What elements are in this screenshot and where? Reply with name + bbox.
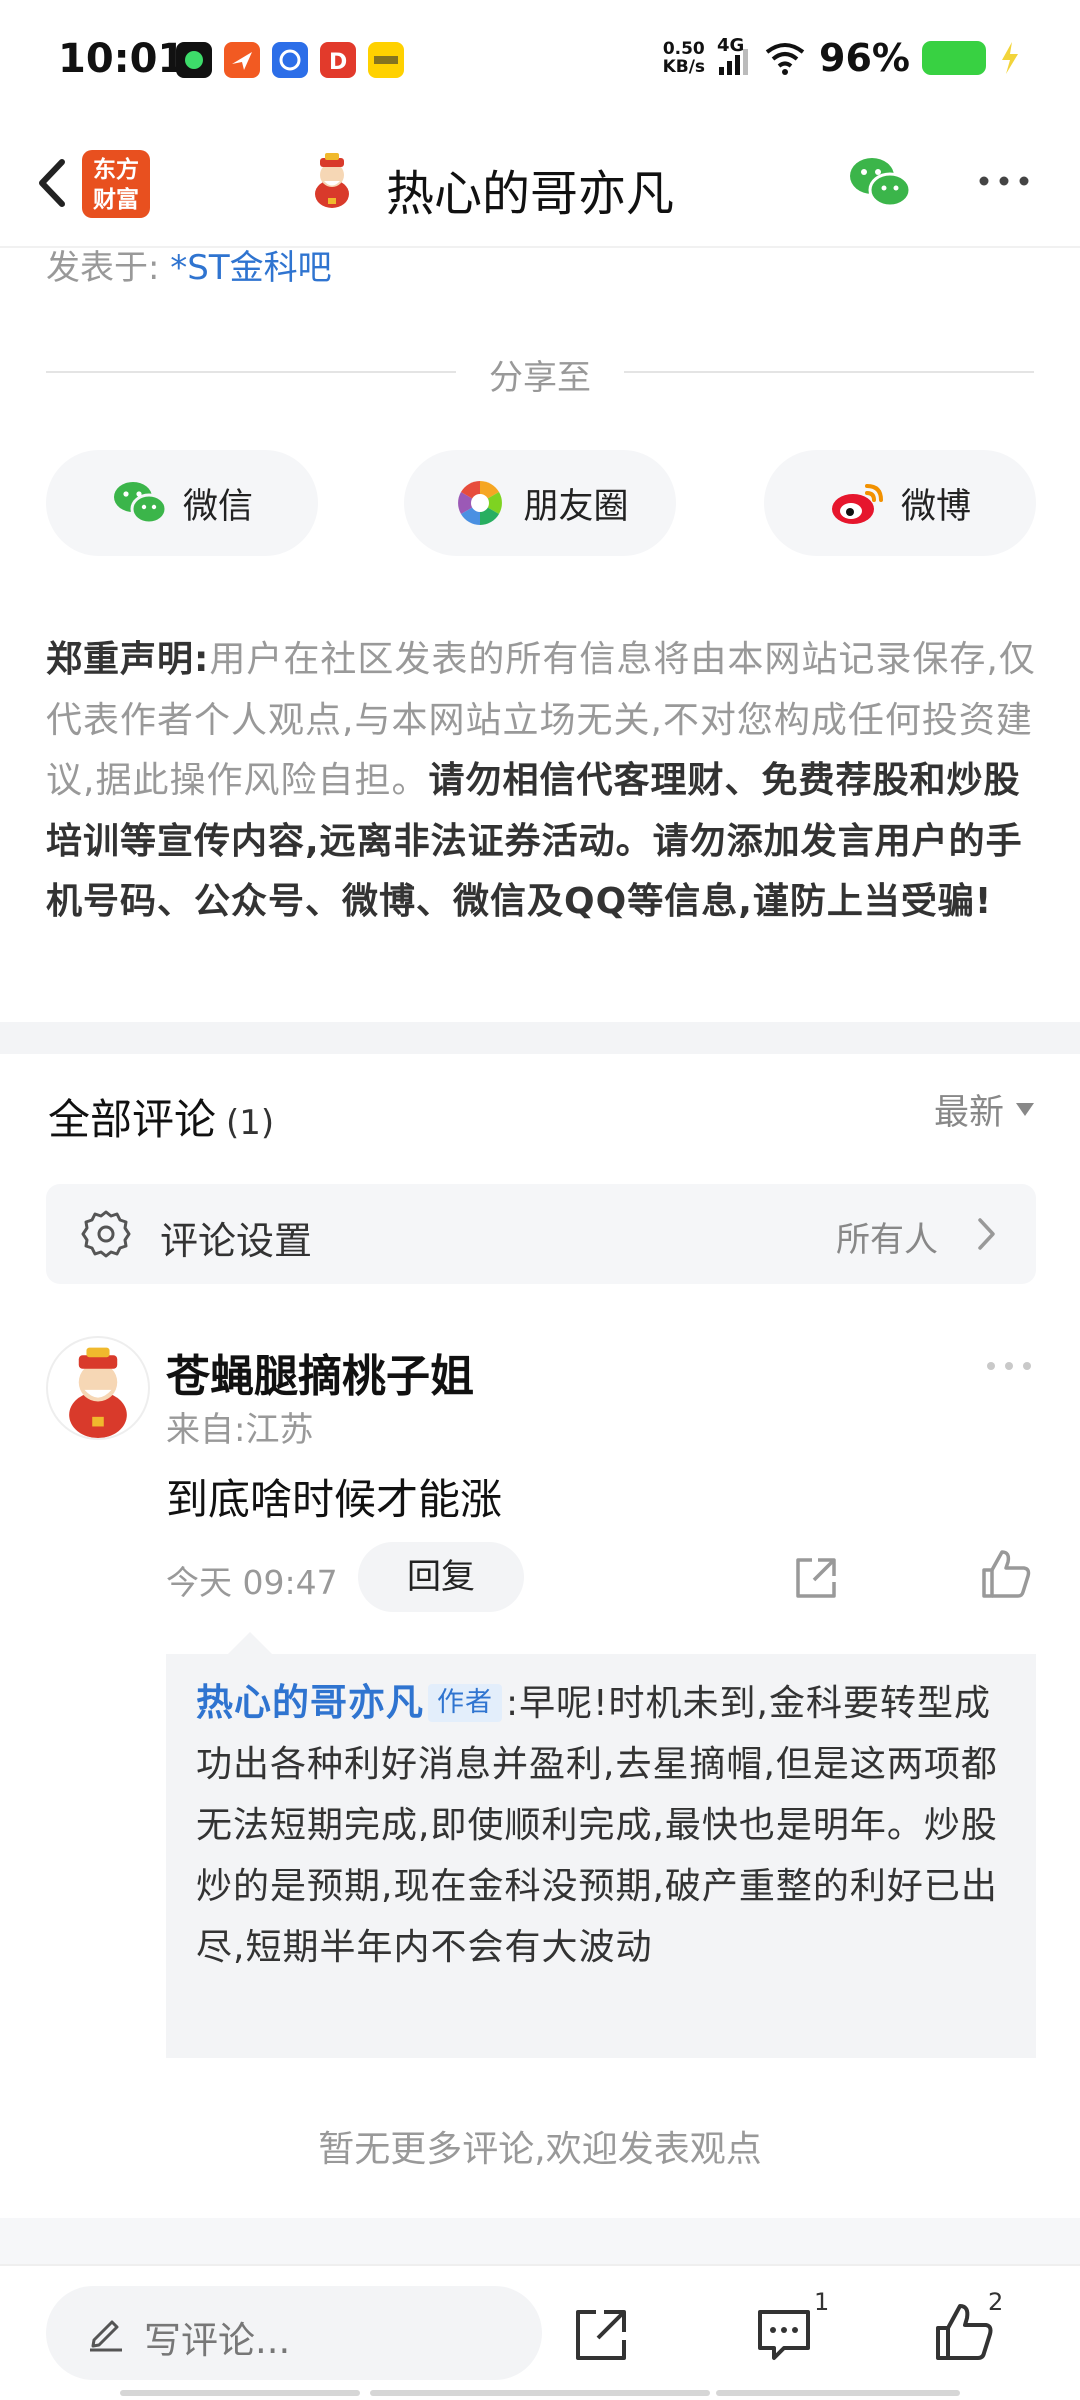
signal-icon: 4G xyxy=(717,35,751,77)
stock-bar-link[interactable]: *ST金科吧 xyxy=(170,248,331,288)
share-label: 微博 xyxy=(900,486,971,527)
share-title: 分享至 xyxy=(489,358,591,398)
status-right: 0.50 KB/s 4G 96% xyxy=(663,35,1022,80)
author-badge: 作者 xyxy=(428,1684,502,1722)
thumbs-up-icon[interactable] xyxy=(978,1546,1034,1602)
page-title: 热心的哥亦凡 xyxy=(386,166,675,222)
comments-title-text: 全部评论 xyxy=(48,1095,217,1144)
author-reply[interactable]: 热心的哥亦凡 作者:早呢!时机未到,金科要转型成功出各种利好消息并盈利,去星摘帽,… xyxy=(166,1654,1036,2058)
browser-app-icon xyxy=(272,42,308,78)
divider xyxy=(624,371,1034,373)
net-speed-unit: KB/s xyxy=(662,57,706,77)
share-moments-button[interactable]: 朋友圈 xyxy=(404,450,676,556)
share-wechat-button[interactable]: 微信 xyxy=(46,450,318,556)
avatar[interactable] xyxy=(46,1336,150,1440)
meituan-app-icon xyxy=(368,42,404,78)
sort-label: 最新 xyxy=(933,1093,1004,1133)
more-options-icon[interactable] xyxy=(984,1356,1034,1376)
more-options-icon[interactable] xyxy=(974,166,1034,196)
comment-settings-label: 评论设置 xyxy=(160,1219,313,1263)
home-indicator xyxy=(716,2390,960,2396)
moments-icon xyxy=(458,481,503,525)
share-label: 微信 xyxy=(182,486,253,527)
comments-title: 全部评论 (1) xyxy=(48,1086,274,1147)
comment-settings-value: 所有人 xyxy=(836,1220,938,1260)
like-count: 2 xyxy=(988,2288,1004,2316)
reply-text: :早呢!时机未到,金科要转型成功出各种利好消息并盈利,去星摘帽,但是这两项都无法… xyxy=(196,1683,998,1968)
app-logo[interactable]: 东方 财富 xyxy=(82,150,150,218)
wifi-icon xyxy=(765,43,805,75)
home-indicator xyxy=(370,2390,710,2396)
net-speed-value: 0.50 xyxy=(662,39,705,59)
reply-content: 热心的哥亦凡 作者:早呢!时机未到,金科要转型成功出各种利好消息并盈利,去星摘帽,… xyxy=(196,1672,1016,1978)
divider xyxy=(46,371,456,373)
reply-author-name[interactable]: 热心的哥亦凡 xyxy=(196,1681,424,1724)
status-time: 10:01 xyxy=(58,36,186,82)
posted-in: 发表于: *ST金科吧 xyxy=(46,240,332,289)
disclaimer-heading: 郑重声明: xyxy=(46,639,210,680)
wechat-share-icon[interactable] xyxy=(846,154,912,212)
notification-app-icons: D xyxy=(176,42,404,78)
thumbs-up-icon[interactable] xyxy=(932,2300,996,2364)
svg-text:D: D xyxy=(329,50,347,75)
reply-button[interactable]: 回复 xyxy=(358,1542,524,1612)
status-bar: 10:01 D 0.50 KB/s 4G 96% xyxy=(0,0,1080,120)
bottom-action-bar: 写评论... 1 2 xyxy=(0,2264,1080,2400)
share-icon[interactable] xyxy=(790,1552,842,1604)
wechat-icon xyxy=(113,482,168,525)
commenter-name[interactable]: 苍蝇腿摘桃子姐 xyxy=(166,1340,474,1404)
comment-icon[interactable] xyxy=(754,2304,814,2364)
messenger-app-icon xyxy=(224,42,260,78)
write-comment-placeholder: 写评论... xyxy=(144,2319,291,2362)
comments-count: (1) xyxy=(226,1103,275,1143)
music-app-icon xyxy=(176,42,212,78)
posted-in-label: 发表于: xyxy=(46,248,160,288)
reply-pointer xyxy=(228,1632,272,1654)
disclaimer: 郑重声明:用户在社区发表的所有信息将由本网站记录保存,仅代表作者个人观点,与本网… xyxy=(46,630,1036,933)
write-comment-input[interactable]: 写评论... xyxy=(46,2286,542,2380)
weibo-icon xyxy=(831,484,883,524)
commenter-avatar-icon xyxy=(69,1347,127,1438)
comment-time: 今天 09:47 xyxy=(166,1563,338,1602)
sort-dropdown[interactable]: 最新 xyxy=(934,1084,1034,1135)
battery-percent: 96% xyxy=(819,36,910,80)
section-divider xyxy=(0,1022,1080,1054)
commenter-location: 来自:江苏 xyxy=(166,1410,314,1450)
gear-icon xyxy=(81,1210,131,1258)
home-indicator xyxy=(120,2390,360,2396)
share-label: 朋友圈 xyxy=(523,486,629,527)
comment-count: 1 xyxy=(814,2288,830,2316)
caret-down-icon xyxy=(1016,1103,1034,1116)
battery-icon xyxy=(922,41,986,75)
app-header: 东方 财富 热心的哥亦凡 xyxy=(0,120,1080,248)
comment-settings-row[interactable]: 评论设置 所有人 xyxy=(46,1184,1036,1284)
net-speed: 0.50 KB/s xyxy=(663,40,705,76)
chevron-right-icon xyxy=(978,1218,995,1250)
author-avatar-icon[interactable] xyxy=(302,150,362,210)
pencil-icon xyxy=(90,2320,122,2352)
share-weibo-button[interactable]: 微博 xyxy=(764,450,1036,556)
share-icon[interactable] xyxy=(570,2304,632,2366)
charging-icon xyxy=(1002,42,1018,74)
comment-text: 到底啥时候才能涨 xyxy=(166,1475,503,1524)
section-divider xyxy=(0,2218,1080,2264)
video-app-icon: D xyxy=(320,42,356,78)
no-more-comments: 暂无更多评论,欢迎发表观点 xyxy=(318,2129,762,2170)
